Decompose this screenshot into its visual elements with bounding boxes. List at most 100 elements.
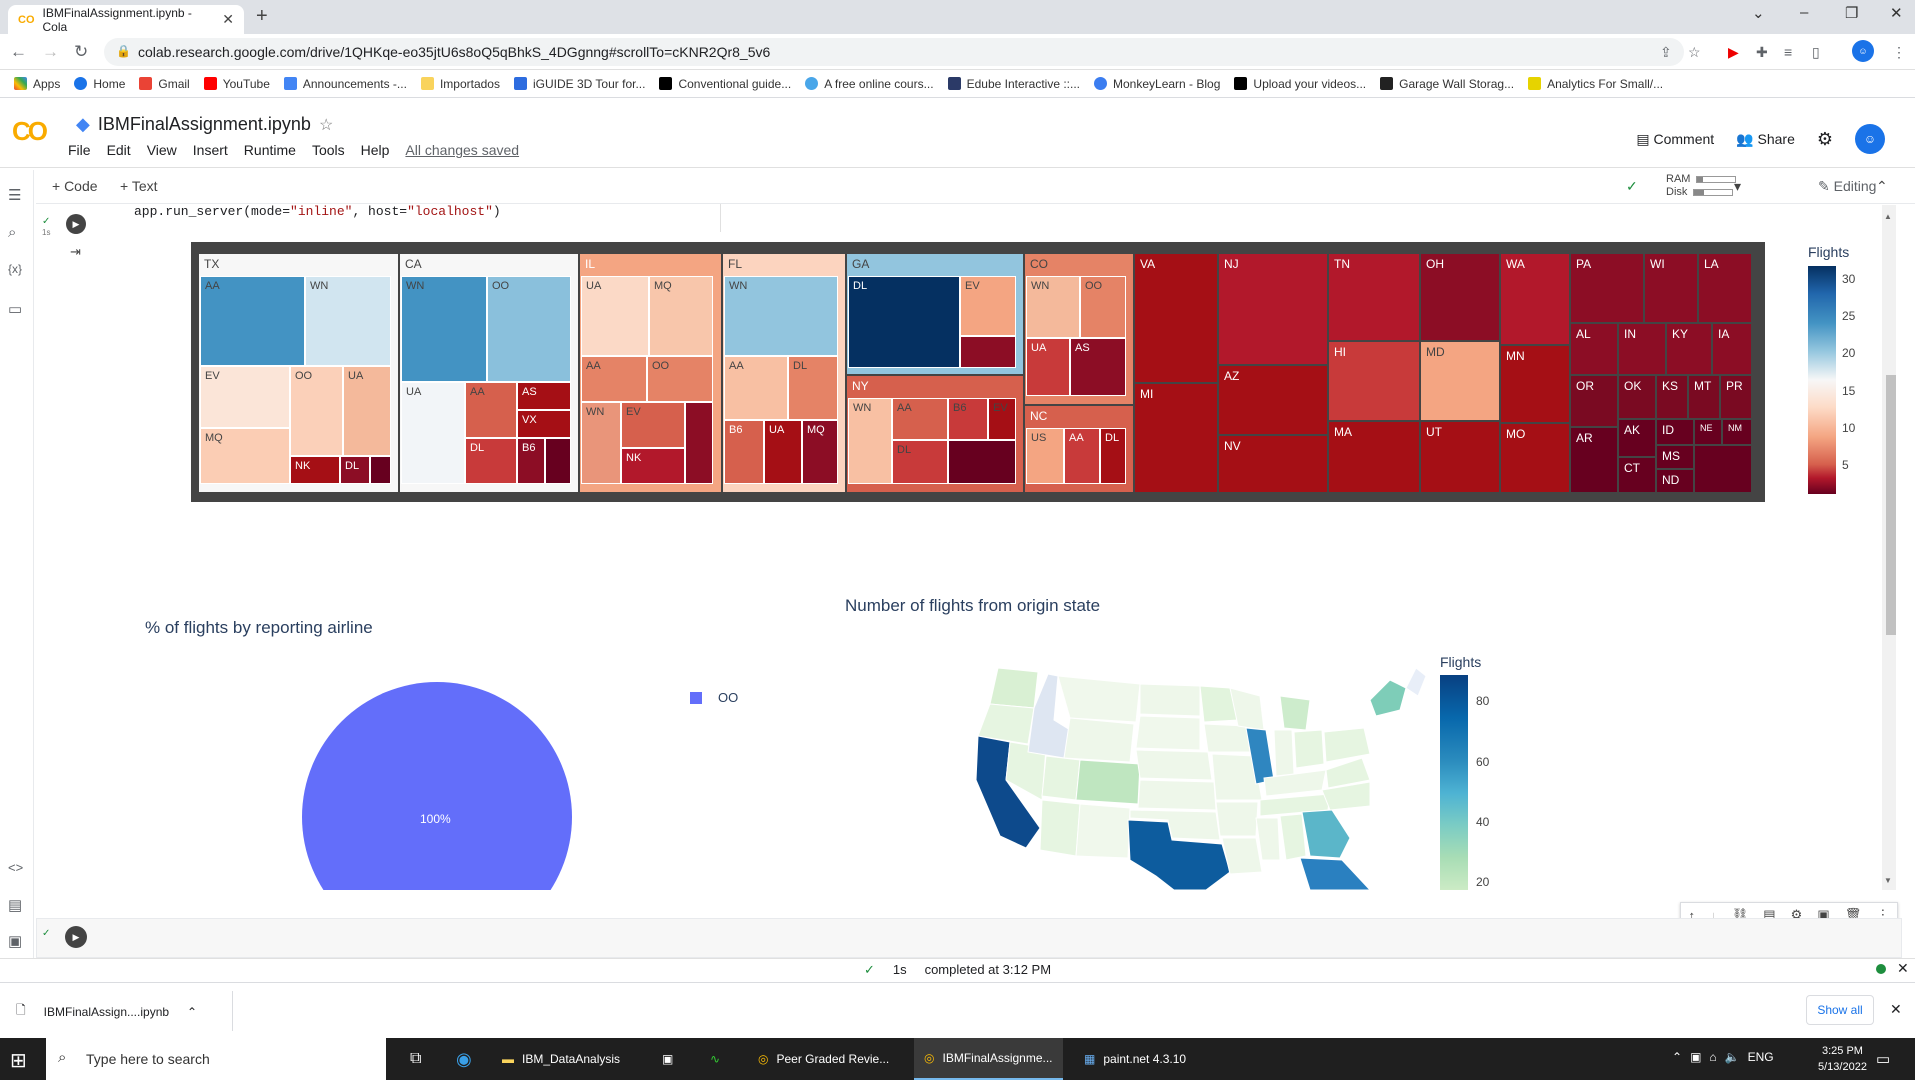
treemap-state-la[interactable]: LA [1699, 254, 1751, 322]
treemap-state-md[interactable]: MD [1421, 342, 1499, 420]
taskbar-clock[interactable]: 3:25 PM 5/13/2022 [1818, 1043, 1867, 1075]
treemap-tile[interactable]: OO [290, 366, 343, 456]
menu-edit[interactable]: Edit [107, 142, 131, 158]
treemap-tile[interactable]: WN [724, 276, 838, 356]
treemap-state-ny[interactable]: NY WN AA B6 EV DL [847, 376, 1023, 492]
treemap-state-fl[interactable]: FL WN AA DL B6 UA MQ [723, 254, 845, 492]
bookmark-monkeylearn[interactable]: MonkeyLearn - Blog [1094, 77, 1220, 91]
user-avatar[interactable]: ☺ [1855, 124, 1885, 154]
treemap-state-ky[interactable]: KY [1667, 324, 1711, 374]
treemap-state-az[interactable]: AZ [1219, 366, 1327, 434]
treemap-state-al[interactable]: AL [1571, 324, 1617, 374]
tray-chevron-icon[interactable]: ⌃ [1672, 1050, 1682, 1064]
download-options-chevron-icon[interactable]: ⌃ [187, 1005, 197, 1019]
treemap-tile[interactable]: EV [988, 398, 1016, 440]
bookmark-edube[interactable]: Edube Interactive ::... [947, 77, 1080, 91]
browser-tab[interactable]: CO IBMFinalAssignment.ipynb - Cola ✕ [8, 5, 244, 34]
treemap-state-ia[interactable]: IA [1713, 324, 1751, 374]
treemap-tile[interactable]: WN [848, 398, 892, 484]
reload-icon[interactable]: ↻ [74, 42, 88, 62]
bookmark-analytics[interactable]: Analytics For Small/... [1528, 77, 1663, 91]
settings-gear-icon[interactable]: ⚙ [1817, 129, 1833, 150]
treemap-tile[interactable]: B6 [517, 438, 545, 484]
variables-icon[interactable]: {x} [8, 262, 22, 276]
add-text-button[interactable]: + Text [120, 178, 158, 194]
edge-browser-icon[interactable]: ◉ [446, 1038, 482, 1080]
volume-icon[interactable]: 🔈 [1725, 1050, 1740, 1064]
runtime-dropdown-icon[interactable]: ▾ [1734, 178, 1741, 195]
treemap-tile[interactable]: OO [647, 356, 713, 402]
treemap-tile[interactable]: AA [724, 356, 788, 420]
collapse-header-icon[interactable]: ⌃ [1876, 178, 1888, 195]
treemap-tile[interactable]: MQ [200, 428, 290, 484]
saved-status-link[interactable]: All changes saved [405, 142, 519, 158]
ram-disk-indicator[interactable]: RAM Disk [1666, 173, 1737, 199]
side-panel-icon[interactable]: ▯ [1812, 44, 1820, 61]
treemap-tile[interactable]: AA [465, 382, 517, 438]
menu-insert[interactable]: Insert [193, 142, 228, 158]
notebook-title[interactable]: ◆ IBMFinalAssignment.ipynb ☆ [76, 114, 333, 135]
taskbar-monitor-icon[interactable]: ∿ [700, 1038, 730, 1080]
menu-view[interactable]: View [147, 142, 177, 158]
legend-label-oo[interactable]: OO [718, 690, 738, 705]
task-view-icon[interactable]: ⧉ [400, 1038, 431, 1080]
treemap-tile[interactable]: OO [1080, 276, 1126, 338]
treemap-chart[interactable]: TX AA WN EV OO UA MQ NK DL CA WN OO UA A… [191, 242, 1765, 502]
treemap-state-wa[interactable]: WA [1501, 254, 1569, 344]
bookmark-announcements[interactable]: Announcements -... [283, 77, 407, 91]
show-all-downloads-button[interactable]: Show all [1806, 995, 1874, 1025]
treemap-tile[interactable]: B6 [948, 398, 988, 440]
treemap-tile[interactable]: WN [305, 276, 391, 366]
treemap-tile[interactable]: VX [517, 410, 571, 438]
treemap-tile[interactable]: DL [465, 438, 517, 484]
treemap-tile[interactable]: AS [1070, 338, 1126, 396]
close-window-button[interactable]: ✕ [1890, 4, 1903, 22]
network-icon[interactable]: ⌂ [1709, 1050, 1716, 1064]
treemap-state-ga[interactable]: GA DL EV [847, 254, 1023, 374]
taskbar-app-generic[interactable]: ▣ [652, 1038, 683, 1080]
bookmark-youtube[interactable]: YouTube [203, 77, 270, 91]
treemap-state-tx[interactable]: TX AA WN EV OO UA MQ NK DL [199, 254, 398, 492]
share-page-icon[interactable]: ⇪ [1660, 44, 1672, 61]
treemap-tile[interactable]: EV [200, 366, 290, 428]
treemap-tile[interactable]: WN [581, 402, 621, 484]
treemap-tile[interactable]: EV [621, 402, 685, 448]
treemap-tile[interactable]: UA [764, 420, 802, 484]
treemap-tile[interactable]: B6 [724, 420, 764, 484]
treemap-tile[interactable]: UA [401, 382, 465, 484]
code-line[interactable]: app.run_server(mode="inline", host="loca… [134, 204, 501, 219]
treemap-state-id[interactable]: ID [1657, 420, 1693, 444]
treemap-tile[interactable]: EV [960, 276, 1016, 336]
comment-button[interactable]: ▤ Comment [1636, 131, 1714, 148]
treemap-tile[interactable]: AA [581, 356, 647, 402]
treemap-tile[interactable]: DL [892, 440, 948, 484]
treemap-state-oh[interactable]: OH [1421, 254, 1499, 340]
treemap-state-ne[interactable]: NE [1695, 420, 1721, 444]
output-options-icon[interactable]: ⇥ [70, 244, 81, 260]
treemap-state-nm[interactable]: NM [1723, 420, 1751, 444]
new-tab-button[interactable]: + [256, 5, 268, 28]
treemap-state-nc[interactable]: NC US AA DL [1025, 406, 1133, 492]
treemap-state-ak[interactable]: AK [1619, 420, 1655, 456]
editing-mode-button[interactable]: ✎ Editing [1818, 178, 1876, 195]
us-choropleth-map[interactable] [930, 660, 1370, 890]
url-input[interactable]: 🔒 colab.research.google.com/drive/1QHKqe… [104, 38, 1684, 66]
treemap-tile[interactable]: AS [517, 382, 571, 410]
treemap-tile[interactable]: MQ [802, 420, 838, 484]
treemap-state-ok[interactable]: OK [1619, 376, 1655, 418]
treemap-state-ma[interactable]: MA [1329, 422, 1419, 492]
bookmark-home[interactable]: Home [74, 77, 125, 91]
treemap-tile[interactable]: DL [1100, 428, 1126, 484]
bookmark-upload-videos[interactable]: Upload your videos... [1234, 77, 1366, 91]
treemap-state-ks[interactable]: KS [1657, 376, 1687, 418]
taskbar-app-chrome-colab[interactable]: ◎ IBMFinalAssignme... [914, 1038, 1063, 1080]
table-of-contents-icon[interactable]: ☰ [8, 186, 21, 204]
next-code-cell[interactable] [36, 918, 1902, 958]
menu-help[interactable]: Help [361, 142, 390, 158]
bookmark-importados[interactable]: Importados [420, 77, 500, 91]
treemap-tile[interactable]: UA [343, 366, 391, 456]
treemap-state-or[interactable]: OR [1571, 376, 1617, 426]
treemap-tile[interactable]: OO [487, 276, 571, 382]
restore-button[interactable]: ❐ [1845, 4, 1858, 22]
treemap-state-mn[interactable]: MN [1501, 346, 1569, 422]
